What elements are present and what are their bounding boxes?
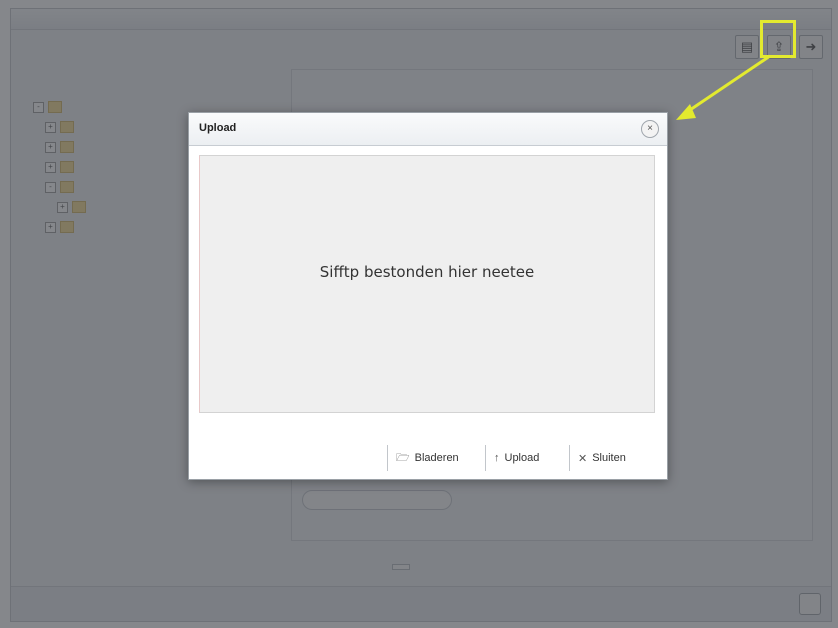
dialog-close-icon[interactable]: × (641, 120, 659, 138)
drop-zone-text: Sifftp bestonden hier neetee (319, 263, 535, 281)
dialog-header: Upload × (189, 113, 667, 146)
drop-zone[interactable]: Sifftp bestonden hier neetee (199, 155, 655, 413)
highlight-box (760, 20, 796, 58)
dialog-footer: 🗁 Bladeren ↑ Upload ✕ Sluiten (189, 417, 667, 479)
upload-button-label: Upload (504, 452, 540, 464)
upload-button[interactable]: ↑ Upload (485, 445, 557, 471)
browse-button-label: Bladeren (414, 452, 459, 464)
folder-icon: 🗁 (396, 451, 410, 464)
close-button[interactable]: ✕ Sluiten (569, 445, 651, 471)
close-button-label: Sluiten (592, 452, 626, 464)
upload-arrow-icon: ↑ (494, 452, 500, 464)
dialog-title: Upload (199, 122, 237, 134)
browse-button[interactable]: 🗁 Bladeren (387, 445, 477, 471)
upload-dialog: Upload × Sifftp bestonden hier neetee 🗁 … (188, 112, 668, 480)
close-x-icon: ✕ (578, 452, 588, 465)
